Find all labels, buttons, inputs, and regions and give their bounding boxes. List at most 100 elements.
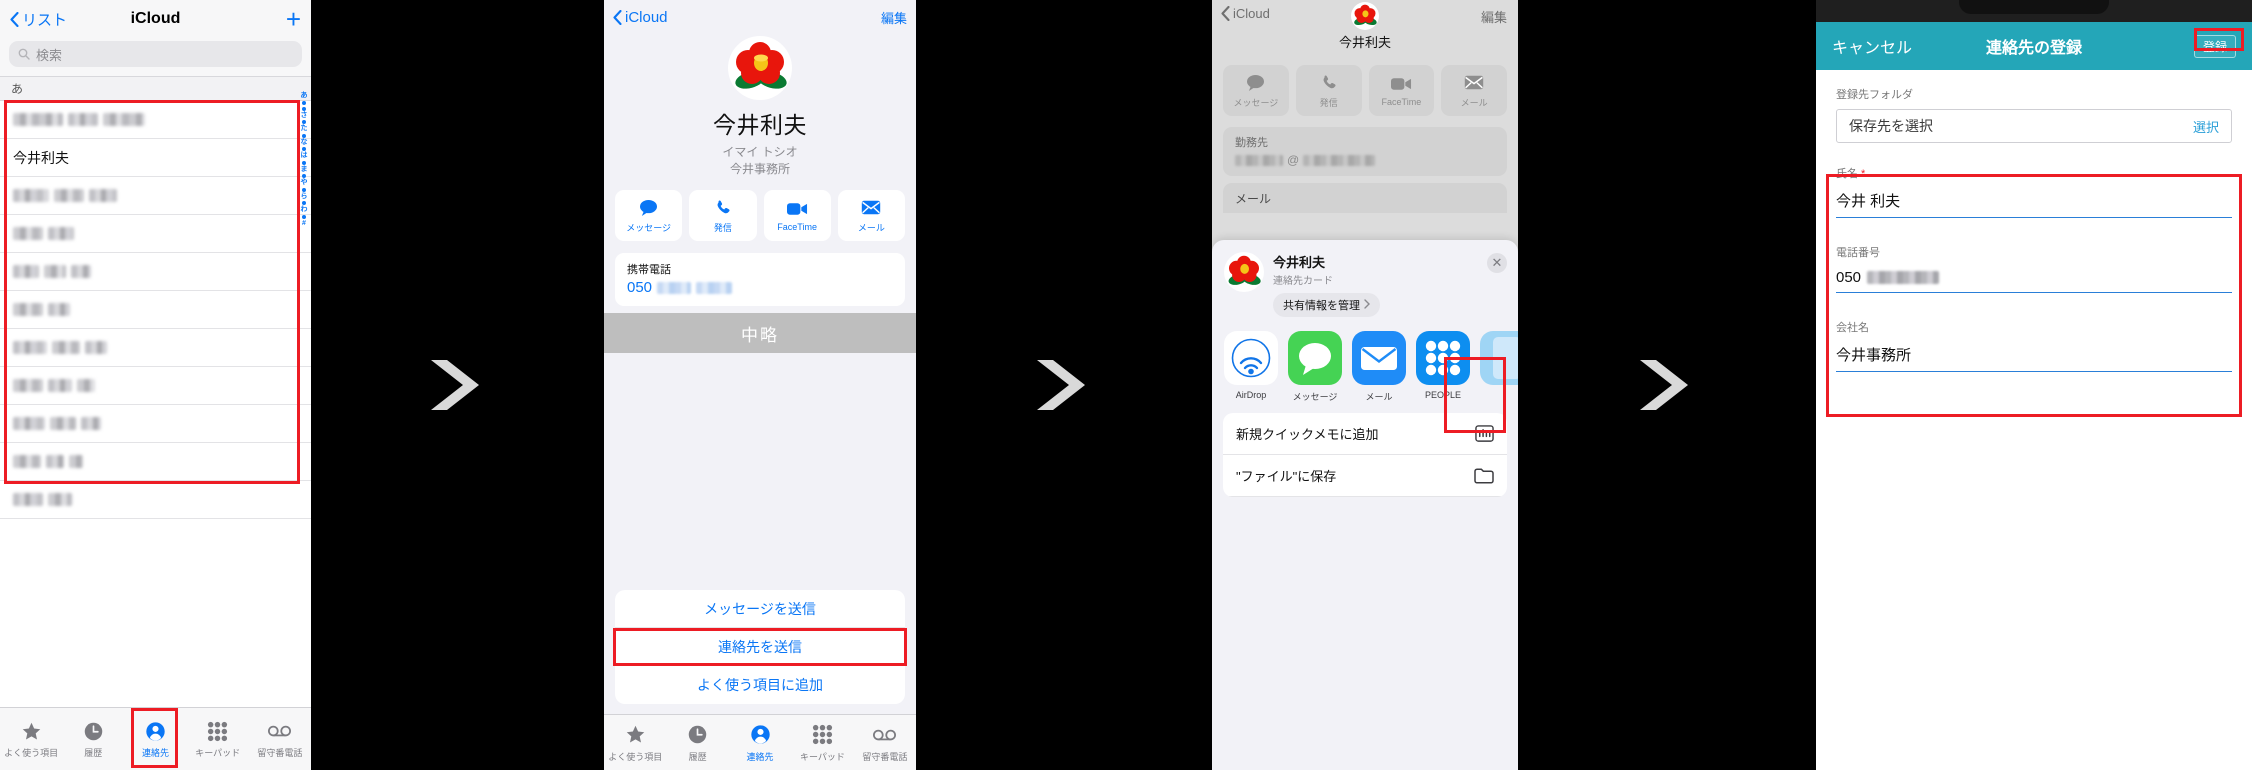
edit-button[interactable]: 編集 (881, 8, 907, 27)
contact-list-item[interactable] (0, 405, 311, 443)
search-placeholder: 検索 (36, 47, 63, 63)
contact-list-item[interactable] (0, 101, 311, 139)
sheet-row-連絡先を送信[interactable]: 連絡先を送信 (615, 628, 905, 666)
voicemail-icon (873, 723, 897, 747)
action-メッセージ-dimmed: メッセージ (1223, 65, 1289, 116)
edit-button[interactable]: 編集 (1481, 7, 1507, 26)
index-letter[interactable]: さ (301, 112, 308, 120)
tab-連絡先[interactable]: 連絡先 (729, 715, 791, 770)
share-list-item[interactable]: 新規クイックメモに追加 (1223, 413, 1507, 455)
index-letter[interactable]: は (301, 152, 308, 160)
tab-履歴[interactable]: 履歴 (666, 715, 728, 770)
index-letter[interactable]: な (301, 139, 308, 147)
folder-select-link[interactable]: 選択 (2193, 117, 2219, 136)
action-メッセージ[interactable]: メッセージ (615, 190, 683, 241)
tab-連絡先[interactable]: 連絡先 (124, 708, 186, 770)
index-dot (302, 147, 306, 152)
share-app-PEOPLE[interactable]: PEOPLE (1416, 331, 1470, 400)
action-label: 発信 (713, 222, 732, 233)
form-field-電話番号[interactable]: 電話番号 050 (1836, 244, 2232, 293)
contact-list-item[interactable] (0, 329, 311, 367)
alphabet-index[interactable]: あさたなはまやらわ # (299, 92, 309, 227)
share-app-more[interactable] (1480, 331, 1518, 390)
back-button-icloud[interactable]: iCloud (1221, 6, 1270, 21)
share-app-メッセージ[interactable]: メッセージ (1288, 331, 1342, 403)
contact-list-item[interactable] (0, 291, 311, 329)
phone-value[interactable]: 050 (627, 279, 893, 296)
tab-label: 履歴 (688, 751, 707, 762)
sheet-row-label: 連絡先を送信 (718, 638, 802, 655)
redacted-contact-name (46, 455, 64, 468)
sheet-row-メッセージを送信[interactable]: メッセージを送信 (615, 590, 905, 628)
register-button[interactable]: 登録 (2193, 34, 2236, 58)
cancel-button[interactable]: キャンセル (1832, 34, 1912, 58)
tab-よく使う項目[interactable]: よく使う項目 (604, 715, 666, 770)
action-メール[interactable]: メール (837, 190, 905, 241)
folder-picker[interactable]: 保存先を選択 選択 (1836, 109, 2232, 143)
phone-number-card[interactable]: 携帯電話 050 (615, 253, 905, 306)
index-dot (302, 100, 306, 105)
share-action-list[interactable]: 新規クイックメモに追加 "ファイル"に保存 (1223, 413, 1507, 497)
add-contact-button[interactable]: + (286, 6, 301, 32)
action-発信[interactable]: 発信 (689, 190, 757, 241)
section-header-a: あ (0, 76, 311, 101)
contact-list-item[interactable] (0, 215, 311, 253)
action-sheet[interactable]: メッセージを送信連絡先を送信よく使う項目に追加 (615, 590, 905, 704)
tab-キーパッド[interactable]: キーパッド (187, 708, 249, 770)
tab-履歴[interactable]: 履歴 (62, 708, 124, 770)
panel1-tabbar[interactable]: よく使う項目 履歴 連絡先 キーパッド 留守番電話 (0, 707, 311, 770)
back-button-icloud[interactable]: iCloud (613, 9, 668, 26)
share-app-AirDrop[interactable]: AirDrop (1224, 331, 1278, 400)
airdrop-icon[interactable] (1224, 331, 1278, 385)
index-letter[interactable]: た (301, 125, 308, 133)
close-icon[interactable]: ✕ (1487, 253, 1507, 273)
tab-留守番電話[interactable]: 留守番電話 (854, 715, 916, 770)
index-letter[interactable]: や (301, 179, 308, 187)
tab-label: 履歴 (84, 748, 103, 758)
panel2-tabbar[interactable]: よく使う項目 履歴 連絡先 キーパッド 留守番電話 (604, 714, 916, 770)
field-value[interactable]: 今井 利夫 (1836, 190, 2232, 218)
index-letter[interactable]: わ (301, 206, 308, 214)
share-app-メール[interactable]: メール (1352, 331, 1406, 403)
mail-app-icon[interactable] (1352, 331, 1406, 385)
contact-list-item[interactable] (0, 443, 311, 481)
contact-list-item[interactable] (0, 253, 311, 291)
search-input[interactable]: 検索 (9, 41, 302, 67)
index-letter[interactable]: ら (301, 193, 308, 201)
action-FaceTime[interactable]: FaceTime (763, 190, 831, 241)
tab-キーパッド[interactable]: キーパッド (791, 715, 853, 770)
panel-contacts-list: リスト iCloud + 検索 あ 今井利夫 あさたなはまやらわ # よく使う項目… (0, 0, 311, 770)
index-dot (302, 187, 306, 192)
contact-name-reading: イマイ トシオ (722, 145, 798, 159)
tab-よく使う項目[interactable]: よく使う項目 (0, 708, 62, 770)
partial-app-icon[interactable] (1480, 331, 1518, 385)
share-sheet-panel: 今井利夫 連絡先カード 共有情報を管理 ✕ AirDrop メッセージ メール PEO… (1212, 240, 1518, 770)
people-app-icon[interactable] (1416, 331, 1470, 385)
manage-shared-info-button[interactable]: 共有情報を管理 (1273, 293, 1380, 317)
contacts-list[interactable]: 今井利夫 (0, 101, 311, 519)
contact-list-item[interactable] (0, 481, 311, 519)
index-letter[interactable]: # (302, 220, 306, 228)
contact-action-buttons[interactable]: メッセージ 発信 FaceTime メール (604, 177, 916, 241)
contact-form-fields[interactable]: 氏名 * 今井 利夫電話番号 050 会社名 今井事務所 (1816, 143, 2252, 372)
messages-app-icon[interactable] (1288, 331, 1342, 385)
contact-list-item[interactable]: 今井利夫 (0, 139, 311, 177)
index-letter[interactable]: ま (301, 166, 308, 174)
folder-icon (1474, 467, 1494, 484)
back-button-list[interactable]: リスト (10, 9, 67, 30)
share-list-item[interactable]: "ファイル"に保存 (1223, 455, 1507, 497)
field-label: 電話番号 (1836, 247, 1880, 259)
contact-action-buttons-dimmed: メッセージ 発信 FaceTime メール (1212, 60, 1518, 116)
field-value[interactable]: 今井事務所 (1836, 344, 2232, 372)
field-value[interactable]: 050 (1836, 269, 2232, 293)
form-field-氏名[interactable]: 氏名 * 今井 利夫 (1836, 165, 2232, 218)
sheet-row-よく使う項目に追加[interactable]: よく使う項目に追加 (615, 666, 905, 704)
form-field-会社名[interactable]: 会社名 今井事務所 (1836, 319, 2232, 372)
tab-留守番電話[interactable]: 留守番電話 (249, 708, 311, 770)
avatar[interactable] (728, 36, 792, 100)
index-letter[interactable]: あ (301, 92, 308, 100)
contact-list-item[interactable] (0, 177, 311, 215)
share-app-row[interactable]: AirDrop メッセージ メール PEOPLE (1212, 317, 1518, 413)
contact-list-item[interactable] (0, 367, 311, 405)
index-dot (302, 120, 306, 125)
